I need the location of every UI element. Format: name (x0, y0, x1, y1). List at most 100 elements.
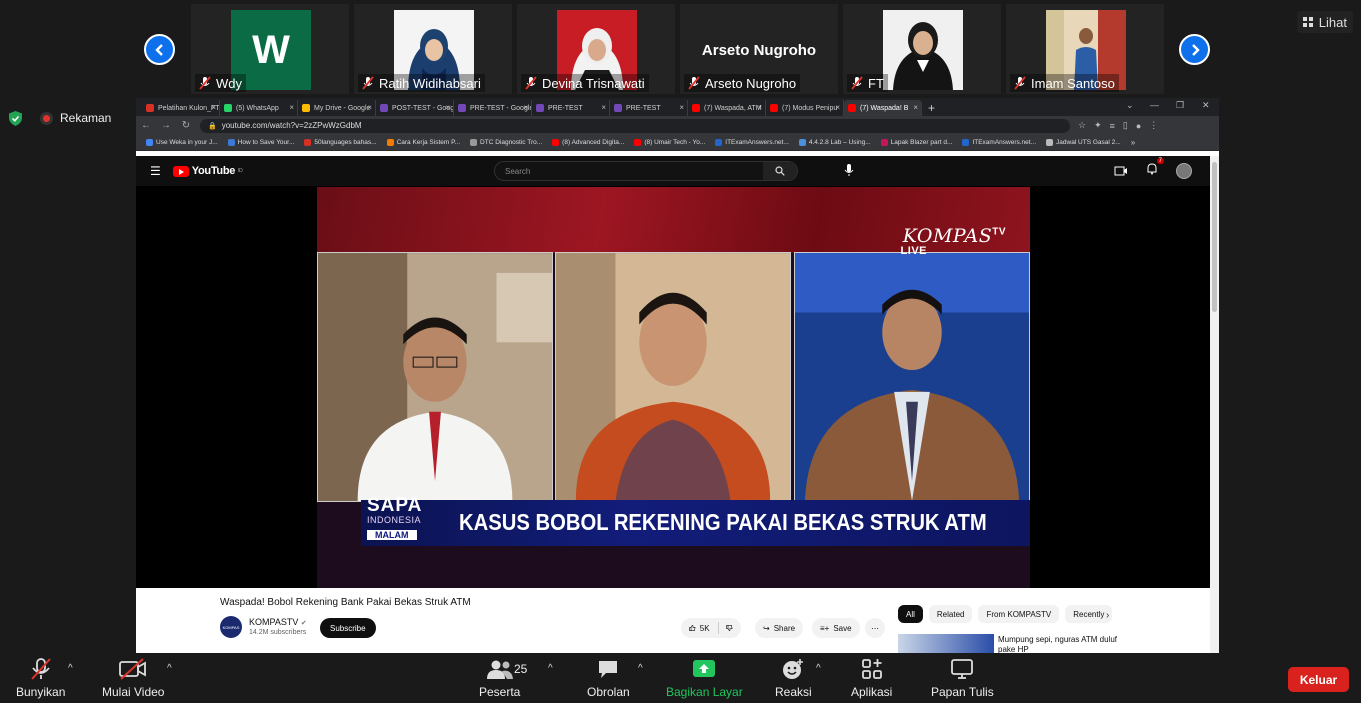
channel-name[interactable]: KOMPASTV ✔ (249, 617, 307, 627)
create-video-icon[interactable] (1114, 165, 1128, 177)
video-options-caret-icon[interactable]: ^ (167, 663, 172, 674)
whiteboard-button[interactable]: Papan Tulis (931, 657, 994, 699)
bookmark-item[interactable]: ITExamAnswers.net... (962, 139, 1036, 146)
tab-close-icon[interactable]: × (289, 103, 294, 112)
participants-options-caret-icon[interactable]: ^ (548, 663, 553, 674)
browser-tab[interactable]: Pelatihan Kulon_FT × (142, 100, 220, 116)
participant-tile[interactable]: W Wdy (191, 4, 349, 94)
like-dislike-button[interactable]: 5K (681, 618, 741, 638)
view-button[interactable]: Lihat (1296, 11, 1353, 33)
url-field[interactable]: 🔒 youtube.com/watch?v=2zZPwWzGdbM (200, 118, 1070, 133)
recording-label: Rekaman (60, 111, 112, 125)
search-button[interactable] (763, 162, 797, 180)
tab-close-icon[interactable]: × (601, 103, 606, 112)
media-icon[interactable]: ≡ (1110, 121, 1115, 131)
browser-tab[interactable]: (7) Waspada! B × (844, 100, 922, 116)
tab-close-icon[interactable]: × (211, 103, 216, 112)
bookmark-item[interactable]: DTC Diagnostic Tro... (470, 139, 542, 146)
unmute-button[interactable]: Bunyikan (16, 657, 65, 699)
bookmark-item[interactable]: Lapak Blazer part d... (880, 139, 952, 146)
bookmark-item[interactable]: 50languages bahas... (304, 139, 377, 146)
tab-close-icon[interactable]: × (679, 103, 684, 112)
bookmark-item[interactable]: Use Weka in your J... (146, 139, 218, 146)
recommended-title[interactable]: Mumpung sepi, nguras ATM duluf pake HP (998, 635, 1118, 653)
browser-tab[interactable]: (7) Waspada, ATM × (688, 100, 766, 116)
bookmark-item[interactable]: How to Save Your... (227, 139, 294, 146)
participant-tile[interactable]: Arseto Nugroho Arseto Nugroho (680, 4, 838, 94)
reactions-button[interactable]: Reaksi (775, 657, 812, 699)
tab-close-icon[interactable]: × (835, 103, 840, 112)
more-bookmarks-icon[interactable]: » (1131, 138, 1135, 147)
participant-tile[interactable]: Ratih Widihabsari (354, 4, 512, 94)
voice-search-icon[interactable] (844, 163, 854, 177)
browser-tab[interactable]: My Drive - Google × (298, 100, 376, 116)
bookmark-item[interactable]: ITExamAnswers.net... (715, 139, 789, 146)
sidepanel-icon[interactable]: ▯ (1123, 120, 1128, 131)
bookmark-item[interactable]: (8) Umair Tech - Yo... (634, 139, 705, 146)
chip-from-channel[interactable]: From KOMPASTV (978, 605, 1060, 623)
next-page-button[interactable] (1179, 34, 1210, 65)
bookmark-item[interactable]: 4.4.2.8 Lab – Using... (798, 139, 871, 146)
subscribe-button[interactable]: Subscribe (320, 618, 376, 638)
notifications-button[interactable]: 7 (1146, 158, 1164, 180)
video-player[interactable]: KOMPASTV LIVE SAPA INDONESIA MALAM KASUS… (136, 186, 1210, 588)
bookmark-star-icon[interactable]: ☆ (1078, 120, 1086, 131)
restore-icon[interactable]: ❐ (1176, 100, 1184, 111)
chat-options-caret-icon[interactable]: ^ (638, 663, 643, 674)
bookmark-item[interactable]: Jadwal UTS Gasal 2... (1046, 139, 1121, 146)
participant-tile[interactable]: Devina Trisnawati (517, 4, 675, 94)
participant-tile[interactable]: Imam Santoso (1006, 4, 1164, 94)
previous-page-button[interactable] (144, 34, 175, 65)
chevron-right-icon[interactable]: › (1106, 610, 1109, 621)
account-avatar[interactable] (1176, 163, 1192, 179)
apps-button[interactable]: Aplikasi (851, 657, 892, 699)
tab-close-icon[interactable]: × (445, 103, 450, 112)
audio-options-caret-icon[interactable]: ^ (68, 663, 73, 674)
browser-tab[interactable]: PRE-TEST × (532, 100, 610, 116)
recommended-thumbnail[interactable] (898, 634, 994, 653)
share-button[interactable]: ↪ Share (755, 618, 804, 638)
profile-icon[interactable]: ● (1136, 121, 1141, 131)
scrollbar-thumb[interactable] (1212, 162, 1217, 312)
search-icon (775, 166, 785, 176)
more-actions-button[interactable]: ⋯ (865, 618, 885, 638)
extensions-icon[interactable]: ✦ (1094, 120, 1102, 131)
minimize-icon[interactable]: — (1150, 100, 1159, 110)
tab-close-icon[interactable]: × (523, 103, 528, 112)
search-input[interactable]: Search (494, 161, 798, 181)
start-video-button[interactable]: Mulai Video (102, 657, 164, 699)
bookmark-item[interactable]: Cara Kerja Sistem P... (386, 139, 460, 146)
close-window-icon[interactable]: ✕ (1202, 100, 1210, 111)
forward-icon[interactable]: → (156, 120, 176, 131)
chat-button[interactable]: Obrolan (587, 657, 630, 699)
share-screen-button[interactable]: Bagikan Layar (666, 657, 743, 699)
tab-search-icon[interactable]: ⌄ (1126, 100, 1134, 111)
recording-indicator[interactable]: Rekaman (40, 111, 111, 125)
chevron-right-icon (1191, 43, 1200, 56)
channel-avatar[interactable]: KOMPAS (220, 616, 242, 638)
search-placeholder: Search (505, 166, 531, 176)
tab-close-icon[interactable]: × (367, 103, 372, 112)
new-tab-icon[interactable]: + (922, 100, 941, 116)
kebab-menu-icon[interactable]: ⋮ (1149, 120, 1158, 131)
leave-meeting-button[interactable]: Keluar (1288, 667, 1349, 692)
page-scrollbar[interactable] (1210, 156, 1219, 653)
tab-close-icon[interactable]: × (913, 103, 918, 112)
security-shield-icon[interactable] (7, 110, 24, 127)
chip-all[interactable]: All (898, 605, 923, 623)
hamburger-menu-icon[interactable]: ☰ (150, 164, 161, 178)
browser-tab[interactable]: PRE-TEST - Google × (454, 100, 532, 116)
browser-tab[interactable]: PRE-TEST × (610, 100, 688, 116)
tab-close-icon[interactable]: × (757, 103, 762, 112)
save-button[interactable]: ≡+ Save (812, 618, 860, 638)
bookmark-item[interactable]: (8) Advanced Digita... (552, 139, 624, 146)
browser-tab[interactable]: (5) WhatsApp × (220, 100, 298, 116)
browser-tab[interactable]: (7) Modus Penipu × (766, 100, 844, 116)
browser-tab[interactable]: POST-TEST - Goog × (376, 100, 454, 116)
youtube-logo[interactable]: YouTube ID (172, 165, 243, 177)
reactions-options-caret-icon[interactable]: ^ (816, 663, 821, 674)
participant-tile[interactable]: FT (843, 4, 1001, 94)
back-icon[interactable]: ← (136, 120, 156, 131)
reload-icon[interactable]: ↻ (176, 120, 196, 131)
chip-related[interactable]: Related (928, 605, 973, 623)
